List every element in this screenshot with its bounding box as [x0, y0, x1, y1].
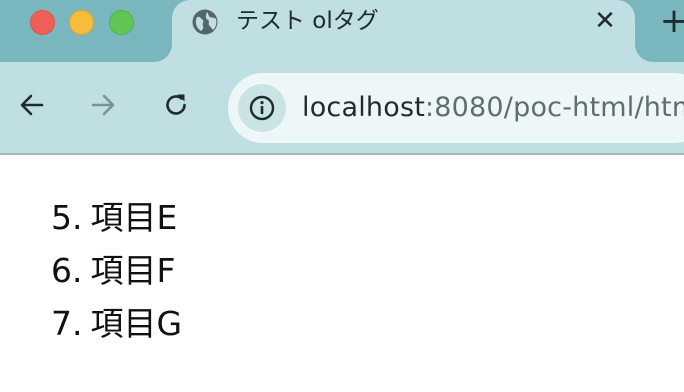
- url-host: localhost: [302, 92, 425, 123]
- new-tab-button[interactable]: +: [658, 4, 684, 38]
- list-item: 6. 項目F: [51, 251, 175, 291]
- reload-icon: [166, 94, 186, 115]
- list-item-number: 7.: [51, 304, 83, 343]
- tab-close-icon[interactable]: ✕: [590, 6, 620, 36]
- window-maximize-button[interactable]: [109, 10, 134, 35]
- browser-toolbar: localhost:8080/poc-html/htm: [0, 62, 684, 155]
- reload-button[interactable]: [159, 88, 193, 122]
- globe-icon: [192, 9, 218, 35]
- active-tab[interactable]: テスト olタグ ✕: [172, 0, 635, 62]
- window-minimize-button[interactable]: [69, 10, 94, 35]
- tab-title: テスト olタグ: [236, 8, 379, 34]
- page-content: 5. 項目E 6. 項目F 7. 項目G: [0, 157, 684, 392]
- window-close-button[interactable]: [30, 10, 55, 35]
- back-button[interactable]: [15, 88, 49, 122]
- url-text[interactable]: localhost:8080/poc-html/htm: [302, 91, 684, 125]
- list-item-number: 6.: [51, 251, 83, 290]
- forward-arrow-icon: [91, 94, 115, 116]
- info-icon: [249, 95, 275, 121]
- list-item-number: 5.: [51, 198, 83, 237]
- list-item-text: 項目E: [90, 198, 178, 237]
- list-item: 7. 項目G: [51, 304, 182, 344]
- tab-strip: テスト olタグ ✕ +: [0, 0, 684, 62]
- url-path: :8080/poc-html/htm: [425, 92, 684, 123]
- list-item-text: 項目F: [90, 251, 176, 290]
- list-item: 5. 項目E: [51, 198, 177, 238]
- address-bar[interactable]: localhost:8080/poc-html/htm: [228, 73, 684, 143]
- back-arrow-icon: [20, 94, 44, 116]
- forward-button[interactable]: [86, 88, 120, 122]
- list-item-text: 項目G: [90, 304, 183, 343]
- site-info-button[interactable]: [238, 84, 286, 132]
